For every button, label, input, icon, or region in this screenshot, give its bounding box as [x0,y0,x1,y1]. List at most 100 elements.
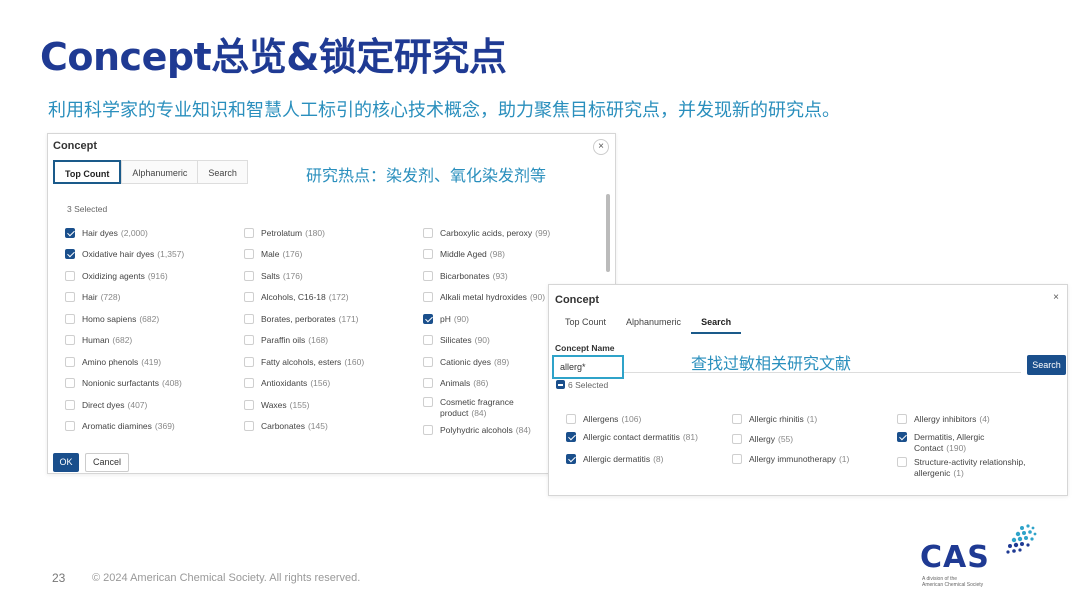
checkbox-icon[interactable] [566,414,576,424]
concept-checkbox-item[interactable]: Middle Aged (98) [423,244,553,266]
concept-label-text: Aromatic diamines [82,421,152,432]
checkbox-checked-icon[interactable] [423,313,433,324]
checkbox-icon[interactable] [244,292,254,303]
concept-checkbox-item[interactable]: Male (176) [244,244,364,266]
concept-checkbox-item[interactable]: Polyhydric alcohols (84) [423,419,553,441]
checkbox-icon[interactable] [65,335,75,346]
checkbox-icon[interactable] [423,292,433,303]
concept-count: (98) [489,249,505,260]
concept-checkbox-item[interactable]: Structure-activity relationship, allerge… [897,454,1027,479]
concept-checkbox-item[interactable]: Antioxidants (156) [244,373,364,395]
search-button[interactable]: Search [1027,355,1066,375]
concept-checkbox-item[interactable]: Allergic dermatitis (8) [566,449,698,469]
checkbox-icon[interactable] [423,335,433,346]
close-icon[interactable]: × [593,139,609,155]
close-icon[interactable]: × [1048,291,1064,307]
tab-alphanumeric[interactable]: Alphanumeric [616,310,692,334]
checkbox-checked-icon[interactable] [566,432,576,442]
dialog-title: Concept [555,294,599,306]
checkbox-icon[interactable] [65,313,75,324]
checkbox-icon[interactable] [244,313,254,324]
checkbox-icon[interactable] [244,356,254,367]
concept-checkbox-item[interactable]: Allergens (106) [566,409,698,429]
concept-label-text: Alcohols, C16-18 [261,292,326,303]
checkbox-icon[interactable] [244,227,254,238]
concept-checkbox-item[interactable]: Alcohols, C16-18 (172) [244,287,364,309]
checkbox-icon[interactable] [423,227,433,238]
tab-top-count[interactable]: Top Count [555,310,617,334]
concept-checkbox-item[interactable]: Homo sapiens (682) [65,308,184,330]
concept-checkbox-item[interactable]: Silicates (90) [423,330,553,352]
checkbox-icon[interactable] [244,399,254,410]
concept-checkbox-item[interactable]: Allergic rhinitis (1) [732,409,849,429]
concept-checkbox-item[interactable]: Cosmetic fragrance product (84) [423,394,553,419]
concept-checkbox-item[interactable]: Cationic dyes (89) [423,351,553,373]
concept-checkbox-item[interactable]: Allergy immunotherapy (1) [732,449,849,469]
concept-checkbox-item[interactable]: Hair dyes (2,000) [65,222,184,244]
checkbox-icon[interactable] [244,249,254,260]
checkbox-icon[interactable] [423,378,433,389]
tab-top-count[interactable]: Top Count [53,160,122,184]
concept-checkbox-item[interactable]: Allergy (55) [732,429,849,449]
concept-checkbox-item[interactable]: Animals (86) [423,373,553,395]
concept-name-input[interactable]: allerg* [552,355,624,379]
select-all-minus-icon[interactable] [556,380,565,389]
concept-checkbox-item[interactable]: Alkali metal hydroxides (90) [423,287,553,309]
concept-checkbox-item[interactable]: Waxes (155) [244,394,364,416]
concept-checkbox-item[interactable]: Carbonates (145) [244,416,364,438]
ok-button[interactable]: OK [53,453,79,472]
checkbox-icon[interactable] [244,335,254,346]
checkbox-icon[interactable] [244,378,254,389]
concept-checkbox-item[interactable]: Dermatitis, Allergic Contact (190) [897,429,1027,454]
tab-search[interactable]: Search [691,310,742,334]
checkbox-icon[interactable] [65,356,75,367]
concept-label-text: Amino phenols [82,356,139,367]
checkbox-icon[interactable] [65,270,75,281]
concept-checkbox-item[interactable]: Oxidative hair dyes (1,357) [65,244,184,266]
scrollbar[interactable] [606,194,610,272]
concept-checkbox-item[interactable]: Direct dyes (407) [65,394,184,416]
concept-label: Allergy inhibitors (4) [914,414,990,424]
concept-checkbox-item[interactable]: Petrolatum (180) [244,222,364,244]
checkbox-icon[interactable] [65,421,75,432]
checkbox-icon[interactable] [65,378,75,389]
checkbox-icon[interactable] [244,270,254,281]
checkbox-icon[interactable] [423,356,433,367]
concept-checkbox-item[interactable]: Salts (176) [244,265,364,287]
checkbox-icon[interactable] [732,454,742,464]
concept-checkbox-item[interactable]: Amino phenols (419) [65,351,184,373]
checkbox-icon[interactable] [897,457,907,467]
tab-search[interactable]: Search [197,160,248,184]
checkbox-icon[interactable] [65,399,75,410]
concept-checkbox-item[interactable]: Borates, perborates (171) [244,308,364,330]
checkbox-checked-icon[interactable] [65,227,75,238]
checkbox-icon[interactable] [423,270,433,281]
concept-checkbox-item[interactable]: Hair (728) [65,287,184,309]
checkbox-checked-icon[interactable] [566,454,576,464]
checkbox-icon[interactable] [423,397,433,407]
concept-checkbox-item[interactable]: pH (90) [423,308,553,330]
concept-checkbox-item[interactable]: Allergy inhibitors (4) [897,409,1027,429]
checkbox-icon[interactable] [423,249,433,260]
checkbox-icon[interactable] [423,424,433,435]
concept-checkbox-item[interactable]: Nonionic surfactants (408) [65,373,184,395]
tab-alphanumeric[interactable]: Alphanumeric [121,160,198,184]
concept-checkbox-item[interactable]: Carboxylic acids, peroxy (99) [423,222,553,244]
checkbox-icon[interactable] [897,414,907,424]
checkbox-icon[interactable] [244,421,254,432]
concept-checkbox-item[interactable]: Bicarbonates (93) [423,265,553,287]
concept-checkbox-item[interactable]: Paraffin oils (168) [244,330,364,352]
concept-checkbox-item[interactable]: Fatty alcohols, esters (160) [244,351,364,373]
concept-checkbox-item[interactable]: Allergic contact dermatitis (81) [566,429,698,449]
checkbox-icon[interactable] [732,434,742,444]
checkbox-checked-icon[interactable] [897,432,907,442]
concept-count: (171) [338,313,359,324]
concept-checkbox-item[interactable]: Aromatic diamines (369) [65,416,184,438]
concept-count: (84) [515,424,531,435]
concept-checkbox-item[interactable]: Human (682) [65,330,184,352]
concept-checkbox-item[interactable]: Oxidizing agents (916) [65,265,184,287]
checkbox-checked-icon[interactable] [65,249,75,260]
checkbox-icon[interactable] [732,414,742,424]
checkbox-icon[interactable] [65,292,75,303]
cancel-button[interactable]: Cancel [85,453,129,472]
